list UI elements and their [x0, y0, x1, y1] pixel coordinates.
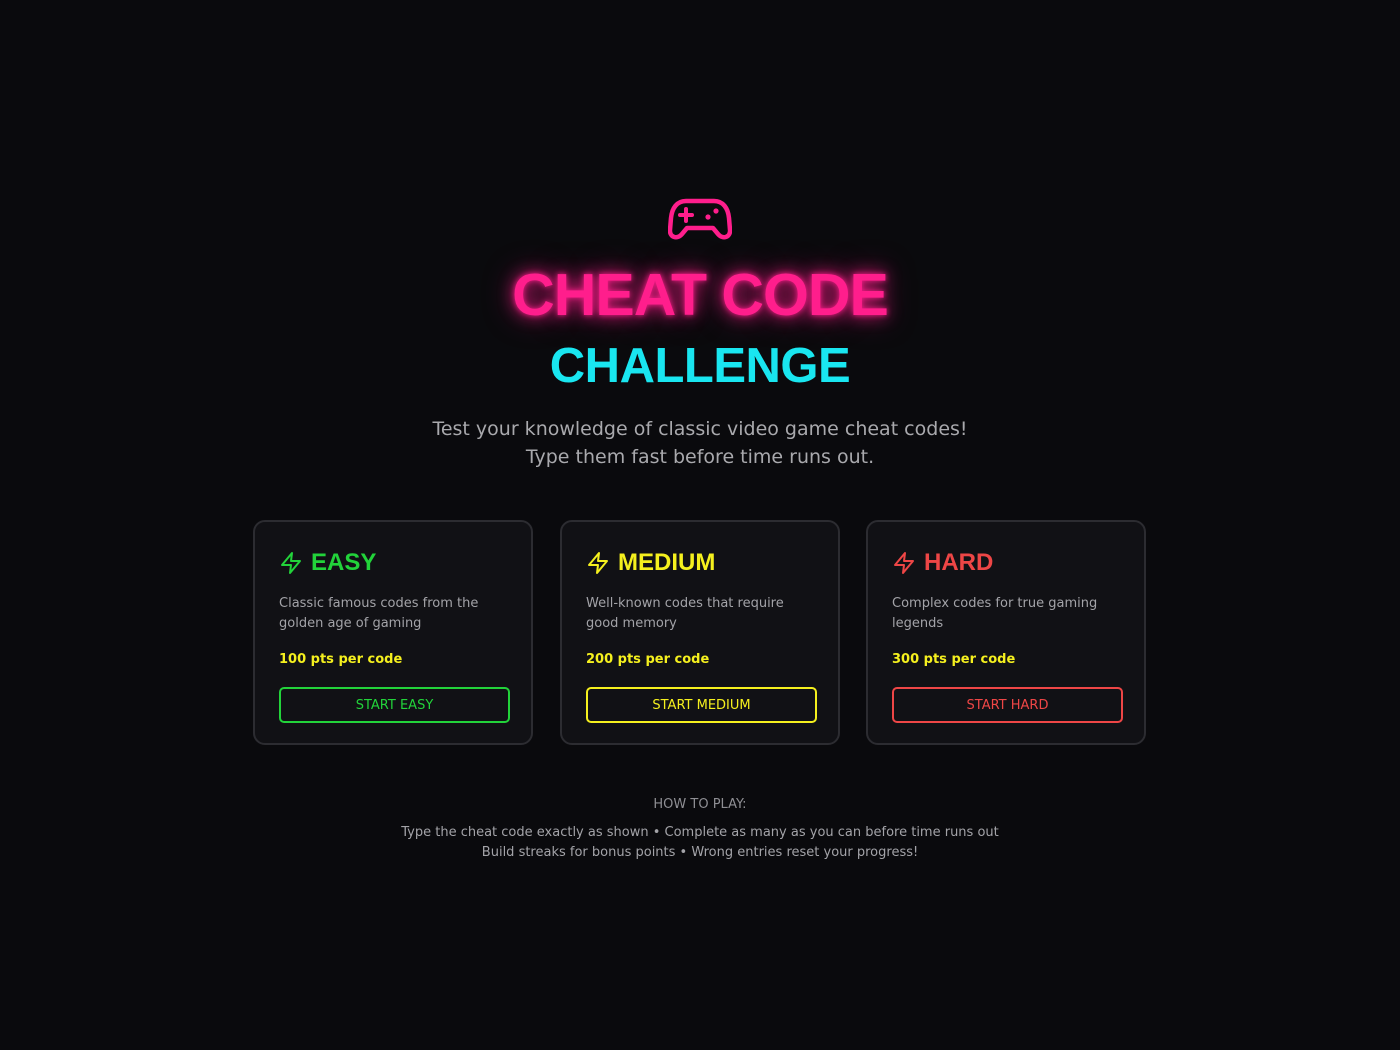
lightning-icon [894, 552, 914, 574]
tagline: Type them fast before time runs out. [525, 446, 875, 468]
card-description: Classic famous codes from the golden age… [279, 596, 479, 631]
tagline: Test your knowledge of classic video gam… [432, 418, 968, 440]
points-label: 200 pts per code [586, 652, 710, 667]
start-hard-button[interactable]: START HARD [892, 687, 1123, 723]
how-to-play-heading: HOW TO PLAY: [653, 797, 747, 812]
lightning-icon [281, 552, 301, 574]
card-header: MEDIUM [586, 548, 715, 578]
difficulty-card-easy: EASY Classic famous codes from the golde… [253, 520, 533, 745]
start-medium-button[interactable]: START MEDIUM [586, 687, 817, 723]
points-label: 300 pts per code [892, 652, 1016, 667]
card-header: EASY [279, 548, 376, 578]
difficulty-card-hard: HARD Complex codes for true gaming legen… [866, 520, 1146, 745]
card-title: HARD [924, 549, 994, 576]
how-to-play-text: Type the cheat code exactly as shown • C… [401, 825, 999, 840]
difficulty-card-medium: MEDIUM Well-known codes that require goo… [560, 520, 840, 745]
card-description: Complex codes for true gaming legends [892, 596, 1098, 631]
gamepad-icon [668, 198, 732, 240]
card-description: Well-known codes that require good memor… [586, 596, 784, 631]
card-header: HARD [892, 548, 993, 578]
points-label: 100 pts per code [279, 652, 403, 667]
lightning-icon [588, 552, 608, 574]
card-title: MEDIUM [618, 549, 716, 576]
game-title: CHEAT CODE [512, 262, 889, 328]
start-screen: CHEAT CODE CHALLENGE Test your knowledge… [0, 0, 1400, 1050]
game-subtitle: CHALLENGE [549, 339, 851, 393]
card-title: EASY [311, 549, 377, 576]
start-easy-button[interactable]: START EASY [279, 687, 510, 723]
how-to-play-text: Build streaks for bonus points • Wrong e… [481, 845, 919, 860]
